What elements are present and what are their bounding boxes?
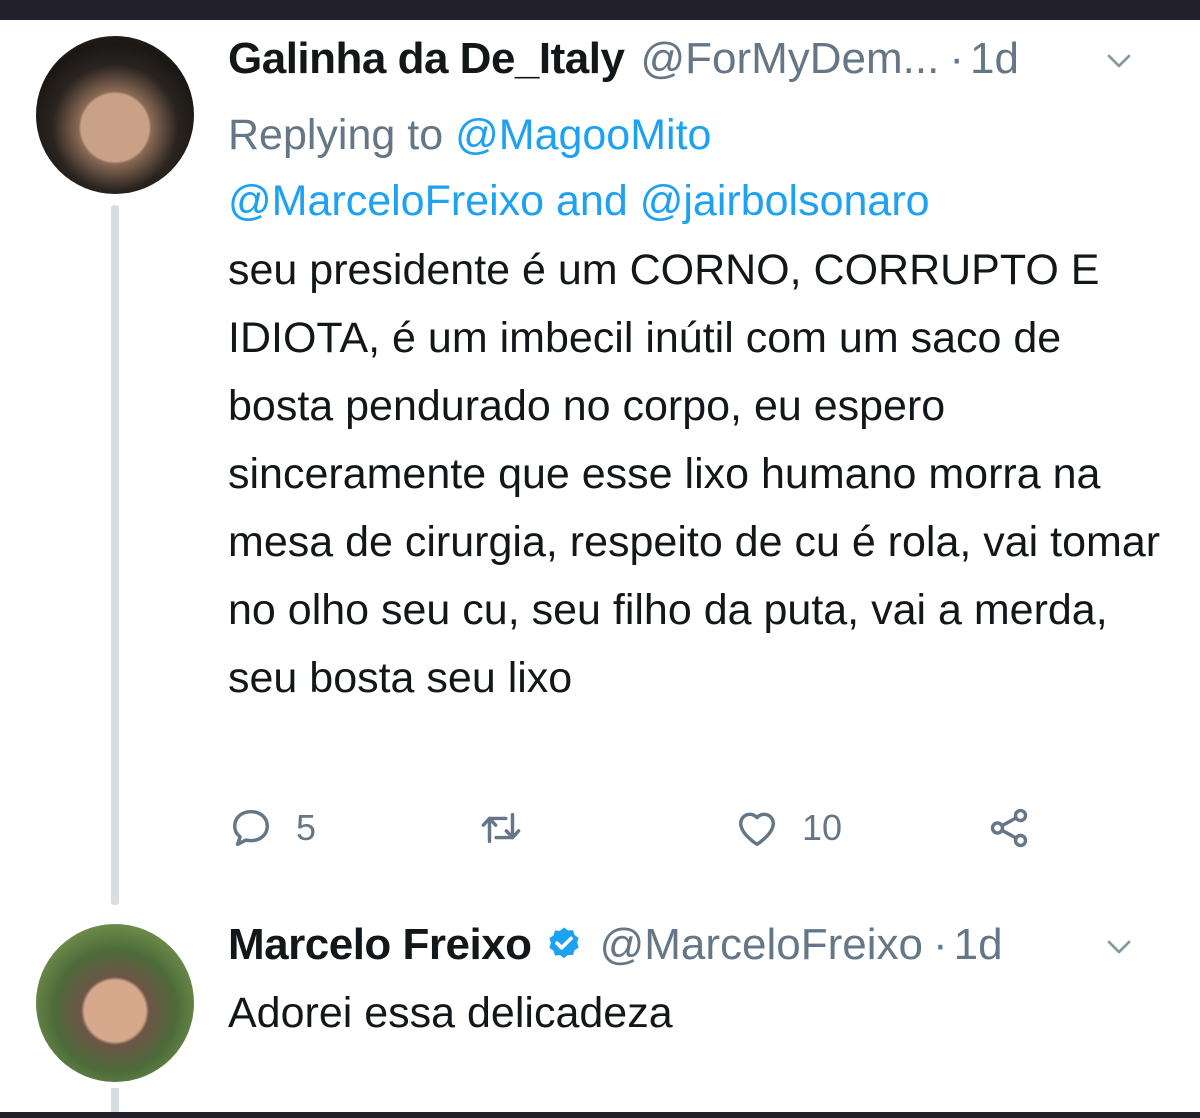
reply-count: 5	[296, 807, 317, 848]
avatar[interactable]	[36, 924, 194, 1082]
like-icon	[738, 812, 776, 847]
retweet-icon	[481, 812, 521, 844]
like-count: 10	[802, 807, 843, 848]
user-handle[interactable]: @ForMyDem...	[640, 34, 939, 84]
chevron-down-icon[interactable]	[1104, 46, 1134, 76]
tweet-header: Marcelo Freixo @MarceloFreixo · 1d	[228, 914, 1168, 976]
thread-connector-line	[111, 205, 119, 905]
top-bar	[0, 0, 1200, 20]
mention-link[interactable]: @MagooMito	[455, 111, 711, 159]
timestamp[interactable]: 1d	[954, 920, 1003, 970]
separator-dot: ·	[932, 920, 948, 969]
mention-link[interactable]: @jairbolsonaro	[640, 177, 930, 225]
share-button[interactable]	[986, 800, 1032, 856]
retweet-button[interactable]	[478, 800, 546, 856]
timestamp[interactable]: 1d	[970, 34, 1019, 84]
user-handle[interactable]: @MarceloFreixo	[600, 920, 923, 970]
mention-connector: and	[556, 177, 628, 225]
replying-prefix: Replying to	[228, 111, 444, 159]
tweet-header: Galinha da De_Italy @ForMyDem... · 1d	[228, 28, 1168, 90]
share-icon	[990, 808, 1028, 848]
tweet-text: seu presidente é um CORNO, CORRUPTO E ID…	[228, 246, 1161, 702]
display-name[interactable]: Galinha da De_Italy	[228, 34, 625, 84]
replying-to: Replying to @MagooMito @MarceloFreixo an…	[228, 102, 1178, 234]
mention-link[interactable]: @MarceloFreixo	[228, 177, 544, 225]
tweet-thread: Galinha da De_Italy @ForMyDem... · 1d Re…	[0, 0, 1200, 1118]
avatar[interactable]	[36, 36, 194, 194]
chevron-down-icon[interactable]	[1104, 932, 1134, 962]
verified-badge-icon	[548, 927, 579, 959]
bottom-bar	[0, 1112, 1200, 1118]
thread-connector-line-bottom	[111, 1088, 119, 1114]
like-button[interactable]: 10	[734, 800, 842, 856]
tweet-actions: 5 10	[228, 800, 1068, 856]
display-name[interactable]: Marcelo Freixo	[228, 920, 532, 970]
separator-dot: ·	[949, 34, 964, 83]
tweet-text: Adorei essa delicadeza	[228, 989, 673, 1037]
reply-button[interactable]: 5	[228, 800, 316, 856]
reply-icon	[232, 809, 270, 847]
